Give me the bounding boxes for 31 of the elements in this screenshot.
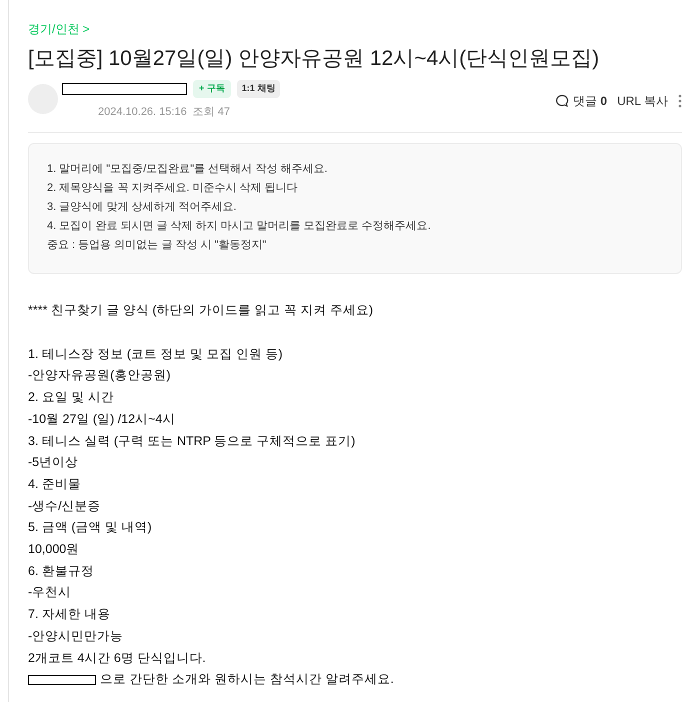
body-text: 6. 환불규정 <box>28 562 95 580</box>
url-copy-button[interactable]: URL 복사 <box>617 92 668 110</box>
body-text: 3. 테니스 실력 (구력 또는 NTRP 등으로 구체적으로 표기) <box>28 432 356 450</box>
body-text: 1. 테니스장 정보 (코트 정보 및 모집 인원 등) <box>28 346 284 363</box>
body-text: 4. 준비물 <box>28 476 82 493</box>
comment-icon <box>555 94 570 108</box>
body-text: -5년이상 <box>28 454 80 472</box>
guide-text: 중요 : 등업용 의미없는 글 작성 시 "활동정지" <box>47 238 268 253</box>
comments-button[interactable]: 댓글 0 <box>573 92 608 110</box>
body-text: -생수/신분증 <box>28 498 102 515</box>
body-text: 2개코트 4시간 6명 단식입니다. <box>28 650 207 667</box>
guide-text: 4. 모집이 완료 되시면 글 삭제 하지 마시고 말머리를 모집완료로 수정해주세요. <box>47 219 432 234</box>
body-text: -우천시 <box>28 584 72 602</box>
body-text: -안양시민만가능 <box>28 628 124 645</box>
body-text: 2. 요일 및 시간 <box>28 389 115 406</box>
body-text: -안양자유공원(홍안공원) <box>28 367 172 384</box>
chat-button[interactable]: 1:1 채팅 <box>236 80 280 98</box>
body-text: **** 친구찾기 글 양식 (하단의 가이드를 읽고 꼭 지켜 주세요) <box>28 302 374 319</box>
body-text: 10,000원 <box>28 541 80 558</box>
body-text: 5. 금액 (금액 및 내역) <box>28 519 153 536</box>
guide-text: 3. 글양식에 맞게 상세하게 적어주세요. <box>47 200 238 215</box>
guide-text: 1. 말머리에 "모집중/모집완료"를 선택해서 작성 해주세요. <box>47 162 328 177</box>
post-title: [모집중] 10월27일(일) 안양자유공원 12시~4시(단식인원모집) <box>28 46 600 72</box>
more-icon[interactable] <box>678 94 682 108</box>
body-text: -10월 27일 (일) /12시~4시 <box>28 410 176 428</box>
body-text: 7. 자세한 내용 <box>28 606 112 624</box>
redaction-box <box>28 675 96 686</box>
guide-text: 2. 제목양식을 꼭 지켜주세요. 미준수시 삭제 됩니다 <box>47 181 299 196</box>
body-text: 으로 간단한 소개와 원하시는 참석시간 알려주세요. <box>100 671 394 688</box>
view-count: 조회 47 <box>192 104 230 120</box>
post-date: 2024.10.26. 15:16 <box>98 104 187 120</box>
